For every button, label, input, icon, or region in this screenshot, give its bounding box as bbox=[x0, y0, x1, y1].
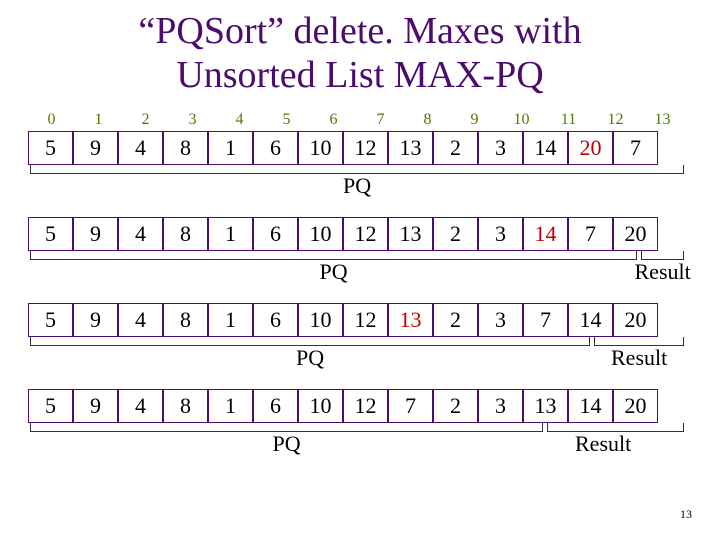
array-cell: 12 bbox=[343, 217, 388, 251]
title-line2: Unsorted List MAX-PQ bbox=[176, 54, 543, 96]
pq-label: PQ bbox=[343, 173, 371, 199]
index-label: 1 bbox=[75, 111, 122, 129]
index-label: 9 bbox=[451, 111, 498, 129]
pq-label: PQ bbox=[273, 431, 301, 457]
array-row: 5948161012132314720 bbox=[28, 217, 700, 251]
array-cell: 13 bbox=[523, 389, 568, 423]
array-cell: 14 bbox=[523, 217, 568, 251]
array-cell: 1 bbox=[208, 389, 253, 423]
array-cell: 8 bbox=[163, 217, 208, 251]
index-label: 8 bbox=[404, 111, 451, 129]
array-cell: 1 bbox=[208, 131, 253, 165]
array-cell: 10 bbox=[298, 389, 343, 423]
array-cell: 8 bbox=[163, 389, 208, 423]
array-cell: 2 bbox=[433, 217, 478, 251]
array-cell: 4 bbox=[118, 389, 163, 423]
array-cell: 13 bbox=[388, 217, 433, 251]
array-cell: 20 bbox=[613, 217, 658, 251]
index-label: 3 bbox=[169, 111, 216, 129]
array-cell: 12 bbox=[343, 131, 388, 165]
array-cell: 6 bbox=[253, 131, 298, 165]
array-cell: 4 bbox=[118, 217, 163, 251]
array-cell: 1 bbox=[208, 217, 253, 251]
array-cell: 14 bbox=[568, 303, 613, 337]
pq-label: PQ bbox=[296, 345, 324, 371]
array-cell: 3 bbox=[478, 217, 523, 251]
array-cell: 9 bbox=[73, 389, 118, 423]
array-row: 5948161012723131420 bbox=[28, 389, 700, 423]
index-label: 7 bbox=[357, 111, 404, 129]
array-cell: 2 bbox=[433, 131, 478, 165]
array-cell: 2 bbox=[433, 389, 478, 423]
array-cell: 13 bbox=[388, 303, 433, 337]
result-label: Result bbox=[635, 259, 691, 285]
array-cell: 2 bbox=[433, 303, 478, 337]
array-cell: 8 bbox=[163, 303, 208, 337]
slide-title: “PQSort” delete. Maxes with Unsorted Lis… bbox=[20, 10, 700, 97]
array-cell: 20 bbox=[613, 389, 658, 423]
array-cell: 10 bbox=[298, 131, 343, 165]
result-label: Result bbox=[575, 431, 631, 457]
array-cell: 7 bbox=[613, 131, 658, 165]
array-cell: 3 bbox=[478, 389, 523, 423]
index-label: 6 bbox=[310, 111, 357, 129]
array-cell: 20 bbox=[568, 131, 613, 165]
array-cell: 14 bbox=[568, 389, 613, 423]
index-label: 0 bbox=[28, 111, 75, 129]
array-cell: 14 bbox=[523, 131, 568, 165]
array-cell: 6 bbox=[253, 303, 298, 337]
array-cell: 5 bbox=[28, 217, 73, 251]
array-cell: 9 bbox=[73, 131, 118, 165]
array-cell: 12 bbox=[343, 389, 388, 423]
array-cell: 5 bbox=[28, 389, 73, 423]
result-label: Result bbox=[611, 345, 667, 371]
array-cell: 13 bbox=[388, 131, 433, 165]
array-cell: 10 bbox=[298, 303, 343, 337]
array-cell: 20 bbox=[613, 303, 658, 337]
array-row: 5948161012132371420 bbox=[28, 303, 700, 337]
index-label: 4 bbox=[216, 111, 263, 129]
array-cell: 8 bbox=[163, 131, 208, 165]
index-label: 11 bbox=[545, 111, 592, 129]
array-cell: 6 bbox=[253, 217, 298, 251]
array-cell: 1 bbox=[208, 303, 253, 337]
index-label: 5 bbox=[263, 111, 310, 129]
index-label: 10 bbox=[498, 111, 545, 129]
array-cell: 7 bbox=[388, 389, 433, 423]
array-cell: 5 bbox=[28, 303, 73, 337]
array-cell: 9 bbox=[73, 303, 118, 337]
page-number: 13 bbox=[680, 507, 692, 522]
pq-label: PQ bbox=[320, 259, 348, 285]
array-row: 5948161012132314207 bbox=[28, 131, 700, 165]
array-cell: 10 bbox=[298, 217, 343, 251]
array-cell: 3 bbox=[478, 131, 523, 165]
index-label: 2 bbox=[122, 111, 169, 129]
array-cell: 9 bbox=[73, 217, 118, 251]
array-cell: 7 bbox=[568, 217, 613, 251]
array-cell: 4 bbox=[118, 131, 163, 165]
array-cell: 5 bbox=[28, 131, 73, 165]
array-cell: 3 bbox=[478, 303, 523, 337]
array-cell: 7 bbox=[523, 303, 568, 337]
array-cell: 6 bbox=[253, 389, 298, 423]
index-label: 13 bbox=[639, 111, 686, 129]
array-cell: 4 bbox=[118, 303, 163, 337]
array-cell: 12 bbox=[343, 303, 388, 337]
index-row: 012345678910111213 bbox=[28, 111, 700, 129]
index-label: 12 bbox=[592, 111, 639, 129]
title-line1: “PQSort” delete. Maxes with bbox=[138, 10, 581, 52]
